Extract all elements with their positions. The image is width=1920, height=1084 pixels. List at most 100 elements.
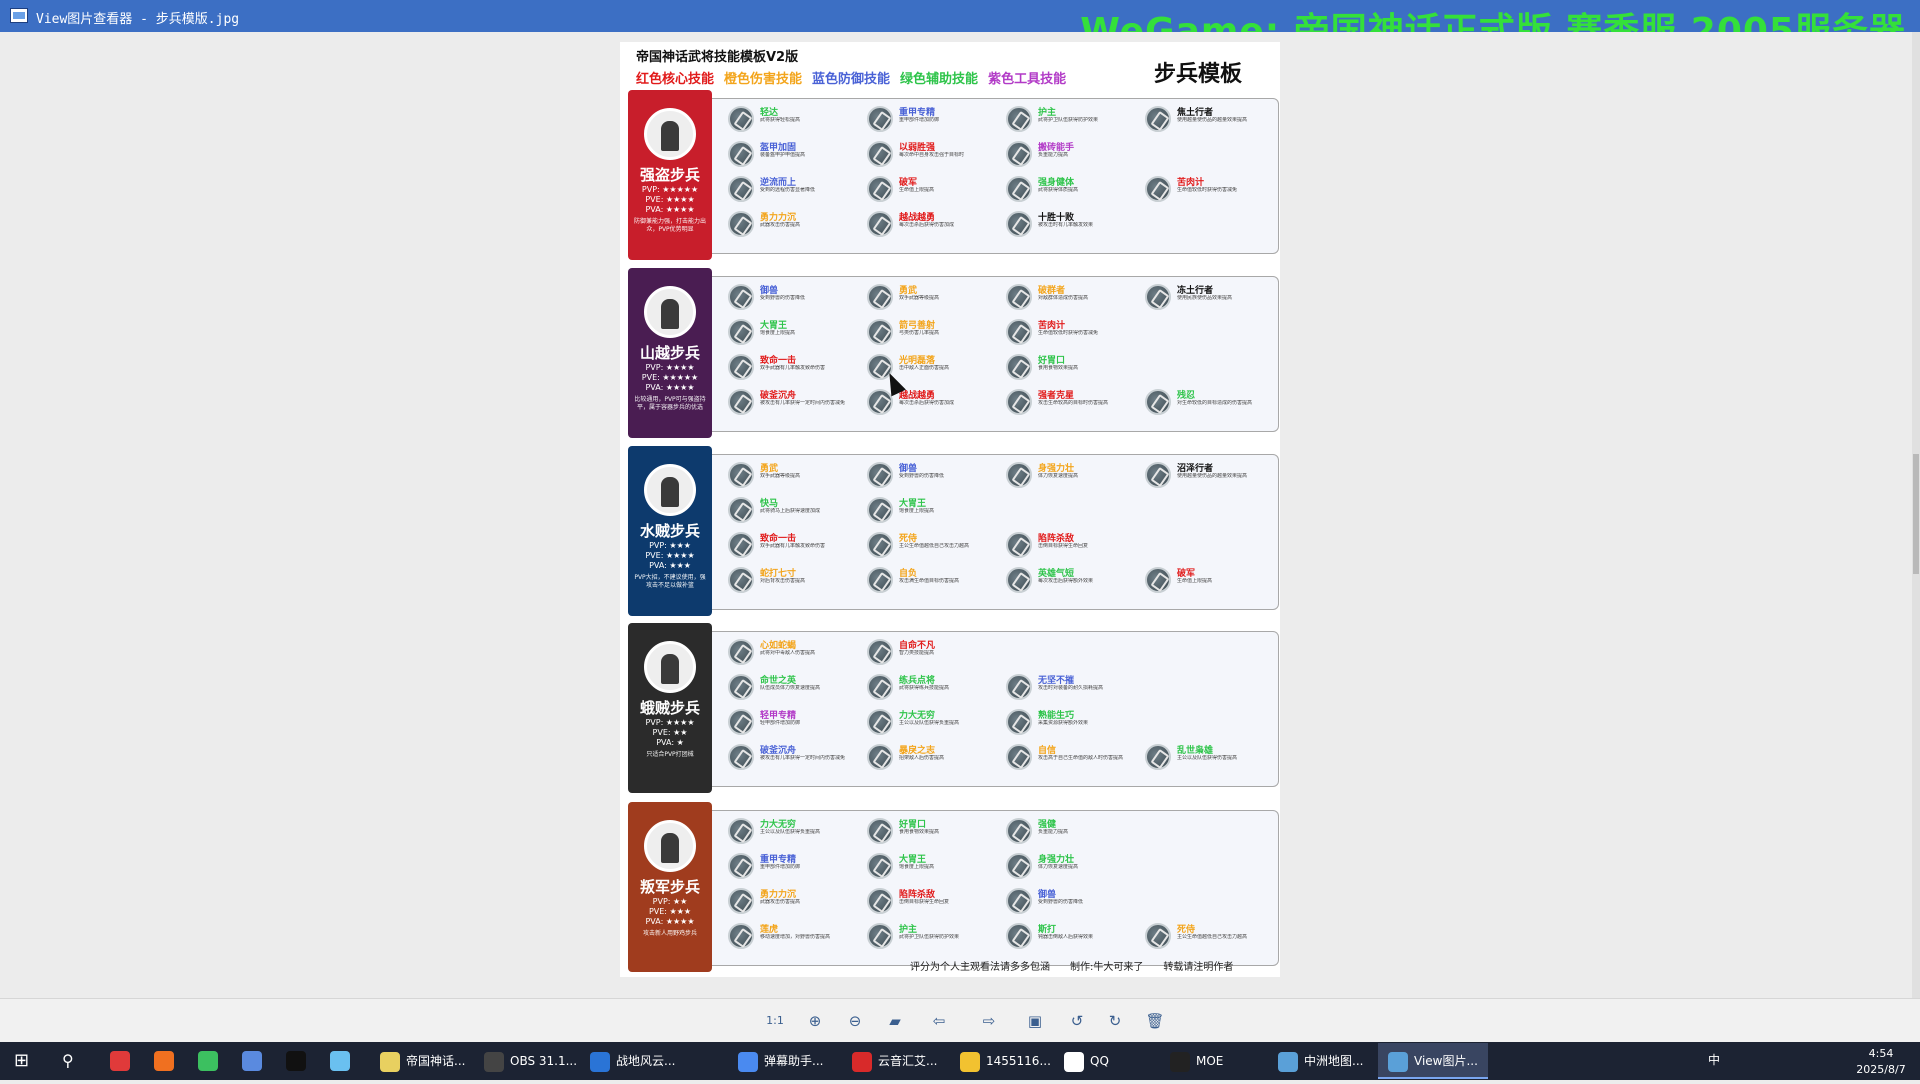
unit-description: 比较通用，PVP可与强盗持平，属于容器步兵的优选 (634, 396, 706, 411)
ime-indicator[interactable]: 中 (1708, 1052, 1720, 1068)
skill-icon (1145, 389, 1171, 415)
unit-pvp-rating: PVP: ★★★★ (645, 718, 695, 727)
unit-card: 蛾贼步兵 PVP: ★★★★ PVE: ★★ PVA: ★ 只适合PVP打团械 (628, 623, 712, 793)
pinned-app-icon[interactable] (110, 1051, 130, 1071)
skill-description: 轻甲部件增加防御 (760, 720, 801, 726)
skill-icon (1006, 106, 1032, 132)
skill-entry: 重甲专精 重甲部件增加防御 (865, 103, 1001, 137)
skill-icon (1006, 319, 1032, 345)
taskbar-app[interactable]: 弹幕助手... (728, 1043, 833, 1079)
unit-pvp-rating: PVP: ★★ (652, 897, 688, 906)
taskbar-app-label: 1455116... (986, 1054, 1051, 1068)
skill-entry: 心如蛇蝎 武将对中毒敌人伤害提高 (726, 636, 862, 670)
skill-icon (1006, 709, 1032, 735)
next-button[interactable]: ⇨ (978, 1011, 1000, 1031)
window-titlebar[interactable]: View图片查看器 - 步兵模版.jpg WeGame: 帝国神话正式版 赛季服… (0, 0, 1920, 52)
pinned-app-icon[interactable] (154, 1051, 174, 1071)
skill-description: 饱食度上限提高 (899, 508, 935, 514)
unit-pva-rating: PVA: ★★★★ (645, 917, 695, 926)
actual-size-button[interactable]: 1:1 (764, 1011, 786, 1031)
delete-button[interactable]: 🗑 (1144, 1011, 1166, 1031)
skill-icon (867, 462, 893, 488)
taskbar-app-label: QQ (1090, 1054, 1109, 1068)
zoom-out-button[interactable]: ⊖ (844, 1011, 866, 1031)
taskbar-app[interactable]: MOE (1160, 1043, 1233, 1079)
skill-description: 主公以及队伍获得伤害提高 (1177, 755, 1238, 761)
taskbar-app[interactable]: 云音汇艾... (842, 1043, 947, 1079)
skill-entry: 破釜沉舟 被攻击有几率获得一定时间内伤害减免 (726, 386, 862, 420)
skill-icon (867, 532, 893, 558)
save-button[interactable]: ▣ (1024, 1011, 1046, 1031)
previous-button[interactable]: ⇦ (928, 1011, 950, 1031)
skill-entry: 御兽 受到野兽的伤害降低 (865, 459, 1001, 493)
rotate-right-button[interactable]: ↻ (1104, 1011, 1126, 1031)
taskbar-app-label: 弹幕助手... (764, 1054, 824, 1068)
skill-color-legend: 红色核心技能 橙色伤害技能 蓝色防御技能 绿色辅助技能 紫色工具技能 (636, 68, 1066, 87)
clock-time: 4:54 (1868, 1047, 1894, 1060)
skill-description: 队伍成员体力恢复速度提高 (760, 685, 821, 691)
skill-icon (867, 284, 893, 310)
skill-entry: 勇武 双手武器等级提高 (865, 281, 1001, 315)
search-icon[interactable]: ⚲ (62, 1047, 74, 1075)
taskbar-app-label: 战地风云... (616, 1054, 676, 1068)
skill-entry: 沼泽行者 使用越量使伤品的越量效果提高 (1143, 459, 1279, 493)
skill-icon (728, 709, 754, 735)
skill-description: 主公生命值越低自己攻击力越高 (899, 543, 970, 549)
skill-description: 武将获得体质提高 (1038, 187, 1079, 193)
taskbar-clock[interactable]: 4:54 2025/8/7 (1846, 1046, 1916, 1084)
skill-panel: 轻达 武将获得轻松提高 重甲专精 重甲部件增加防御 护主 武将护卫队伍获得防护效果 焦土行者… (712, 98, 1279, 254)
scrollbar-thumb[interactable] (1913, 454, 1919, 574)
clock-date: 2025/8/7 (1856, 1063, 1906, 1076)
skill-entry: 御兽 受到野兽的伤害降低 (726, 281, 862, 315)
open-folder-button[interactable]: ▰ (884, 1011, 906, 1031)
taskbar-app[interactable]: OBS 31.1... (474, 1043, 587, 1079)
skill-icon (1006, 567, 1032, 593)
skill-panel: 心如蛇蝎 武将对中毒敌人伤害提高 自命不凡 智力类技能提高 命世之英 队伍成员体力恢复速度… (712, 631, 1279, 787)
pinned-app-icon[interactable] (330, 1051, 350, 1071)
pinned-app-icon[interactable] (198, 1051, 218, 1071)
unit-portrait (644, 820, 696, 872)
skill-icon (1006, 744, 1032, 770)
skill-description: 对后背攻击伤害提高 (760, 578, 806, 584)
app-icon (1170, 1051, 1190, 1072)
unit-row: 水贼步兵 PVP: ★★★ PVE: ★★★★ PVA: ★★★ PVP大招，不建议使用… (628, 446, 1279, 616)
taskbar-app[interactable]: 战地风云... (580, 1043, 685, 1079)
unit-pve-rating: PVE: ★★★★ (645, 551, 695, 560)
pinned-app-icon[interactable] (286, 1051, 306, 1071)
skill-icon (867, 567, 893, 593)
unit-pvp-rating: PVP: ★★★★ (645, 363, 695, 372)
skill-description: 每次击杀后获得伤害加成 (899, 222, 955, 228)
taskbar-app[interactable]: 1455116... (950, 1043, 1061, 1079)
skill-description: 主公生命值越低自己攻击力越高 (1177, 934, 1248, 940)
taskbar-app[interactable]: 中洲地图... (1268, 1043, 1373, 1079)
skill-template-image: 帝国神话武将技能模板V2版 步兵模板 红色核心技能 橙色伤害技能 蓝色防御技能 绿色辅… (620, 42, 1280, 977)
legend-item: 绿色辅助技能 (900, 72, 979, 87)
skill-entry: 身强力壮 体力恢复速度提高 (1004, 850, 1140, 884)
unit-pva-rating: PVA: ★★★★ (645, 383, 695, 392)
unit-pva-rating: PVA: ★ (656, 738, 684, 747)
vertical-scrollbar[interactable] (1912, 32, 1920, 998)
skill-description: 食用食物效果提高 (899, 829, 940, 835)
skill-description: 武将护卫队伍获得防护效果 (1038, 117, 1099, 123)
start-windows-icon[interactable]: ⊞ (14, 1047, 29, 1075)
skill-entry: 焦土行者 使用越量使伤品的越量效果提高 (1143, 103, 1279, 137)
skill-icon (1006, 532, 1032, 558)
skill-entry: 自负 攻击满生命值目标伤害提高 (865, 564, 1001, 598)
skill-description: 武将对中毒敌人伤害提高 (760, 650, 816, 656)
rotate-left-button[interactable]: ↺ (1066, 1011, 1088, 1031)
skill-icon (728, 319, 754, 345)
skill-icon (1006, 284, 1032, 310)
skill-description: 击中敌人正面伤害提高 (899, 365, 950, 371)
unit-name: 强盗步兵 (639, 166, 700, 184)
skill-description: 武将骑马上后获得速度加成 (760, 508, 821, 514)
taskbar-app[interactable]: 帝国神话... (370, 1043, 475, 1079)
system-tray[interactable]: 中 (1498, 1042, 1798, 1080)
taskbar-app[interactable]: View图片... (1378, 1043, 1488, 1079)
pinned-app-icon[interactable] (242, 1051, 262, 1071)
skill-icon (728, 497, 754, 523)
skill-icon (1006, 354, 1032, 380)
skill-entry: 斯打 钝器击倒敌人后获得效果 (1004, 920, 1140, 954)
zoom-in-button[interactable]: ⊕ (804, 1011, 826, 1031)
skill-icon (1145, 106, 1171, 132)
taskbar-app[interactable]: QQ (1054, 1043, 1119, 1079)
